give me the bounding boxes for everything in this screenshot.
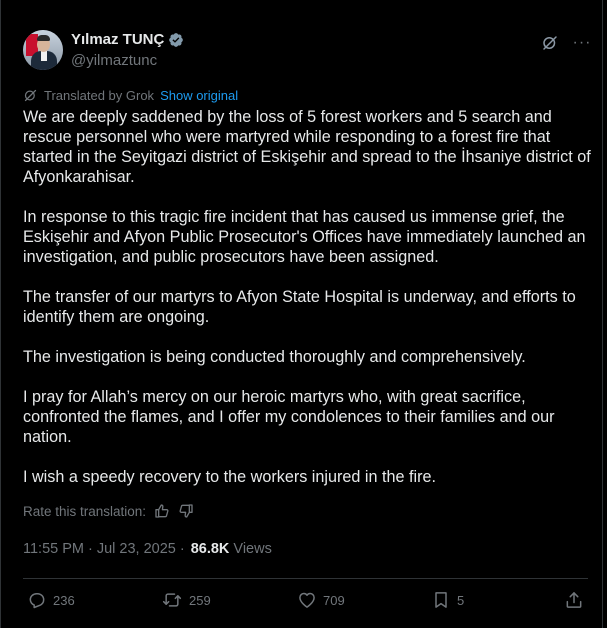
repost-button[interactable]: 259 bbox=[161, 590, 211, 610]
rate-translation-label: Rate this translation: bbox=[23, 503, 147, 519]
tweet-paragraph: I pray for Allah’s mercy on our heroic m… bbox=[23, 388, 555, 446]
header-actions: ··· bbox=[539, 32, 593, 54]
share-button[interactable] bbox=[564, 590, 590, 610]
grok-icon[interactable] bbox=[539, 32, 561, 54]
show-original-link[interactable]: Show original bbox=[160, 88, 238, 103]
tweet-meta: 11:55 PM · Jul 23, 2025 · 86.8K Views bbox=[23, 541, 272, 557]
meta-separator: · bbox=[179, 541, 185, 557]
thumbs-down-icon[interactable] bbox=[178, 503, 194, 519]
reply-icon bbox=[29, 593, 45, 609]
bookmark-icon bbox=[435, 592, 447, 608]
reply-count: 236 bbox=[53, 592, 75, 608]
views-label: Views bbox=[233, 541, 272, 557]
tweet-paragraph: We are deeply saddened by the loss of 5 … bbox=[23, 108, 591, 186]
tweet-text: We are deeply saddened by the loss of 5 … bbox=[23, 107, 593, 507]
thumbs-up-icon[interactable] bbox=[154, 503, 170, 519]
bookmark-count: 5 bbox=[457, 592, 465, 608]
bookmark-button[interactable]: 5 bbox=[431, 590, 464, 610]
tweet-actions: 236 259 709 5 bbox=[23, 590, 588, 616]
repost-count: 259 bbox=[189, 592, 211, 608]
tweet-header: Yılmaz TUNÇ @yilmaztunc ··· bbox=[23, 30, 593, 74]
tweet-date[interactable]: Jul 23, 2025 bbox=[97, 541, 176, 557]
translation-notice: Translated by Grok Show original bbox=[23, 88, 238, 103]
author-handle[interactable]: @yilmaztunc bbox=[71, 52, 157, 69]
like-count: 709 bbox=[323, 592, 345, 608]
tweet-paragraph: The transfer of our martyrs to Afyon Sta… bbox=[23, 288, 576, 326]
verified-badge-icon[interactable] bbox=[168, 32, 184, 48]
meta-separator: · bbox=[88, 541, 93, 557]
like-button[interactable]: 709 bbox=[297, 590, 345, 610]
tweet-time[interactable]: 11:55 PM bbox=[23, 541, 84, 557]
grok-icon bbox=[24, 89, 37, 102]
reply-button[interactable]: 236 bbox=[27, 590, 75, 610]
translated-label: Translated by Grok bbox=[44, 88, 155, 103]
avatar[interactable] bbox=[23, 30, 63, 70]
views-count[interactable]: 86.8K bbox=[191, 541, 230, 557]
heart-icon bbox=[299, 592, 315, 608]
rate-translation: Rate this translation: bbox=[23, 503, 194, 519]
tweet-paragraph: In response to this tragic fire incident… bbox=[23, 208, 586, 266]
tweet-detail: Yılmaz TUNÇ @yilmaztunc ··· Translated b… bbox=[0, 0, 603, 628]
repost-icon bbox=[162, 593, 182, 607]
author-name[interactable]: Yılmaz TUNÇ bbox=[71, 31, 164, 48]
share-icon bbox=[566, 592, 582, 608]
more-icon[interactable]: ··· bbox=[571, 32, 593, 54]
tweet-paragraph: I wish a speedy recovery to the workers … bbox=[23, 468, 436, 486]
divider bbox=[23, 578, 588, 579]
author-name-row: Yılmaz TUNÇ bbox=[71, 31, 184, 48]
tweet-paragraph: The investigation is being conducted tho… bbox=[23, 348, 526, 366]
